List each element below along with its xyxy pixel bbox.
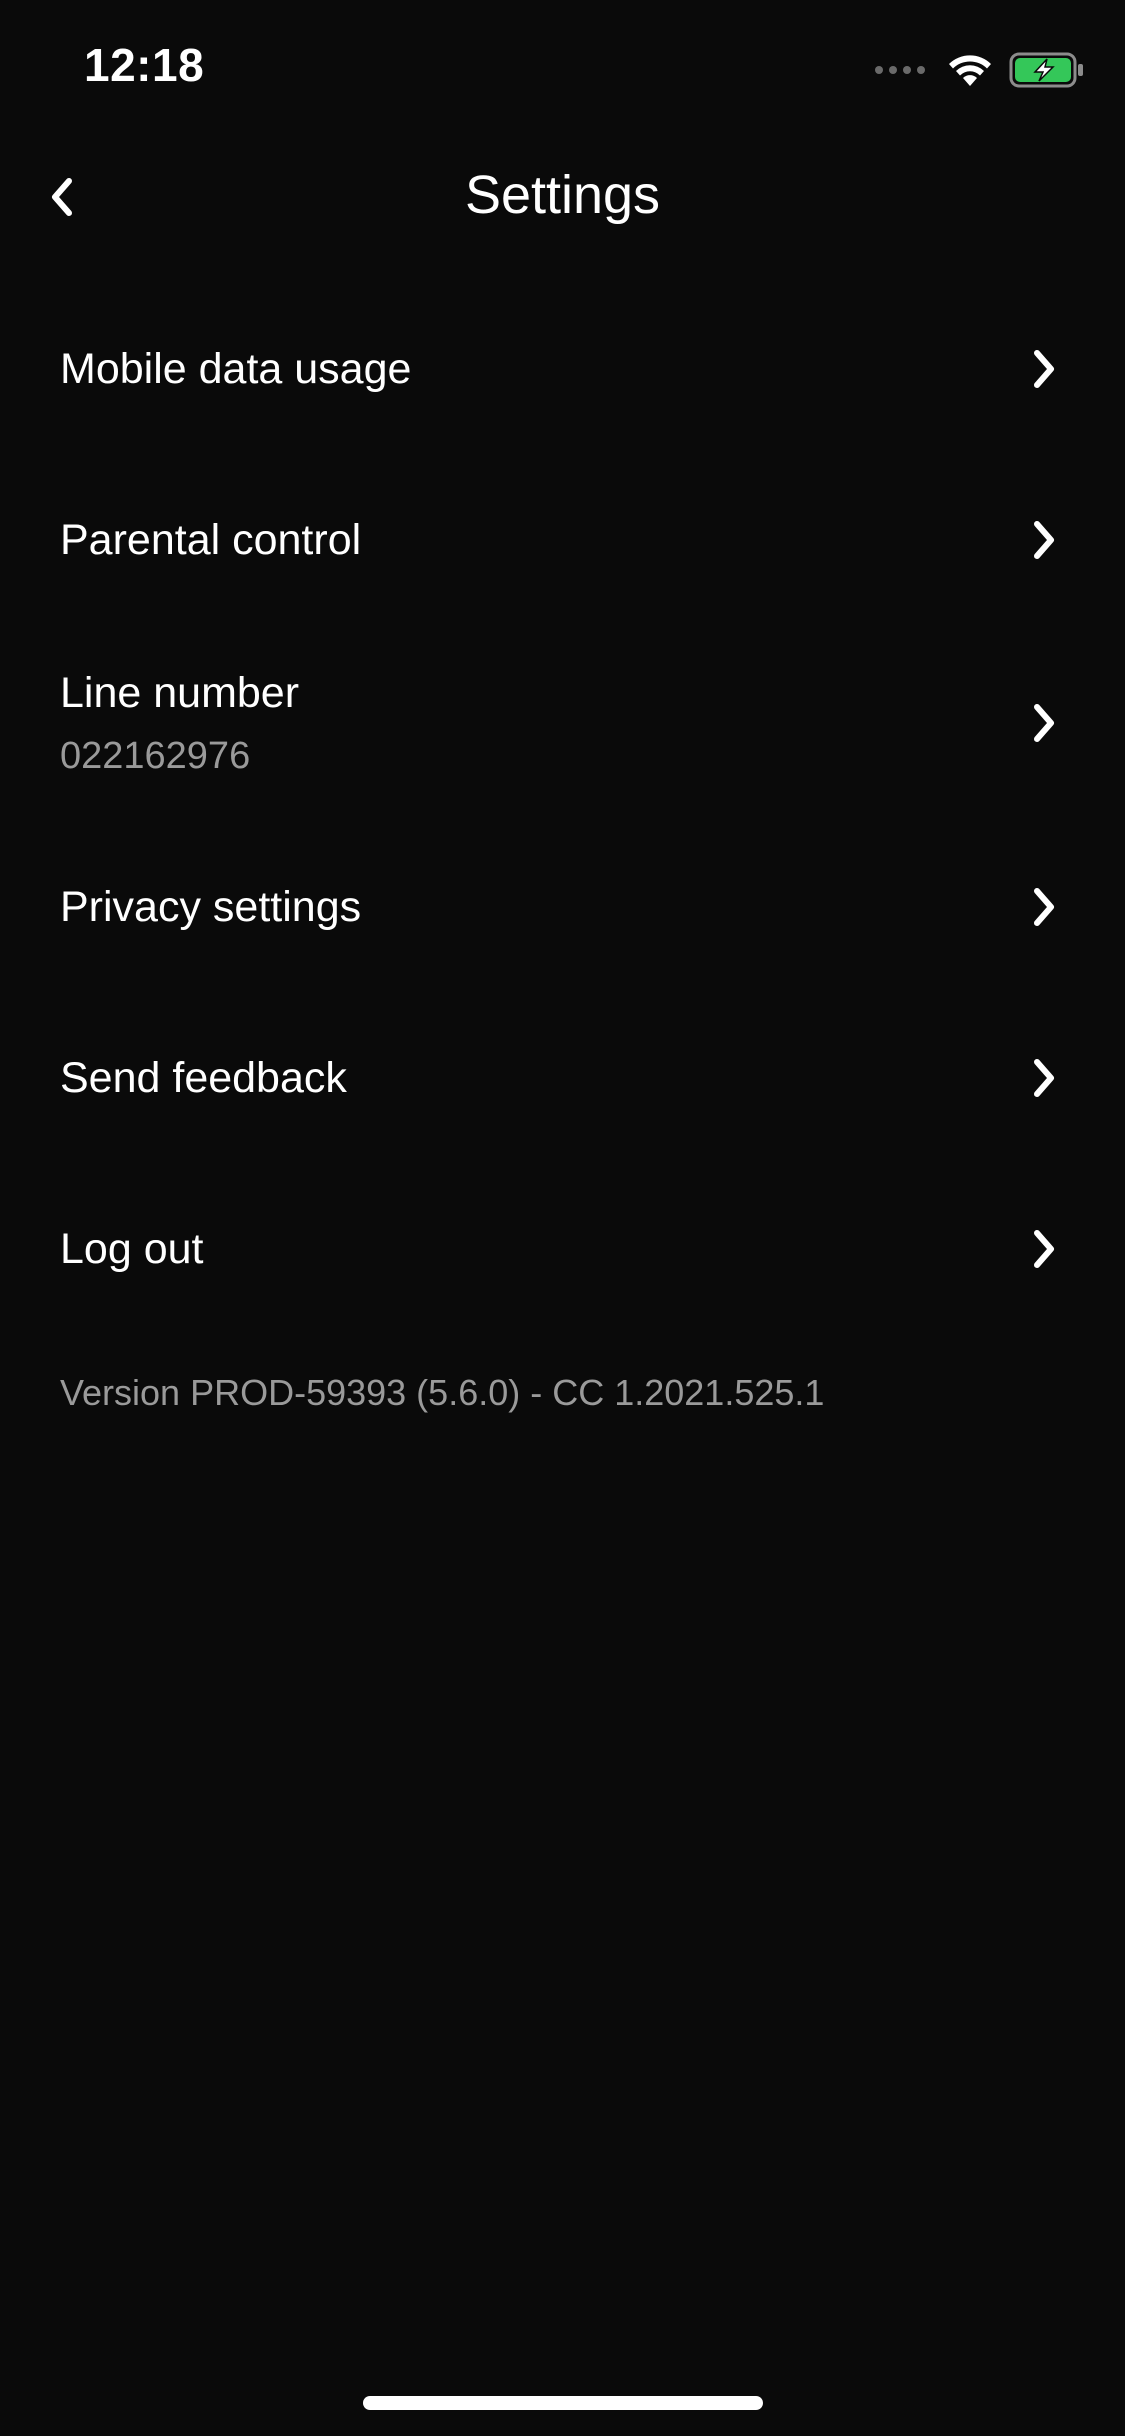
row-label: Privacy settings [60,882,362,931]
battery-charging-icon [1009,52,1083,88]
status-icons [875,48,1085,92]
status-bar: 12:18 [0,0,1125,140]
send-feedback-row[interactable]: Send feedback [0,992,1125,1163]
chevron-right-icon [1034,704,1054,742]
row-label: Mobile data usage [60,344,412,393]
privacy-settings-row[interactable]: Privacy settings [0,821,1125,992]
home-indicator[interactable] [363,2396,763,2410]
chevron-right-icon [1034,887,1054,926]
mobile-data-usage-row[interactable]: Mobile data usage [0,283,1125,454]
line-number-value: 022162976 [60,735,251,777]
version-text: Version PROD-59393 (5.6.0) - CC 1.2021.5… [60,1372,825,1413]
status-time: 12:18 [84,39,205,91]
log-out-row[interactable]: Log out [0,1163,1125,1334]
cellular-dots-icon [875,66,925,74]
wifi-icon [949,55,991,86]
row-label: Parental control [60,515,362,564]
settings-list: Mobile data usage Parental control Line … [0,283,1125,1334]
nav-bar: Settings [0,140,1125,260]
row-label: Log out [60,1224,204,1273]
chevron-right-icon [1034,349,1054,388]
row-label: Line number [60,669,300,717]
line-number-row[interactable]: Line number 022162976 [0,625,1125,821]
chevron-right-icon [1034,1229,1054,1268]
chevron-right-icon [1034,1058,1054,1097]
row-label: Send feedback [60,1053,347,1102]
chevron-right-icon [1034,520,1054,559]
parental-control-row[interactable]: Parental control [0,454,1125,625]
page-title: Settings [464,165,661,225]
